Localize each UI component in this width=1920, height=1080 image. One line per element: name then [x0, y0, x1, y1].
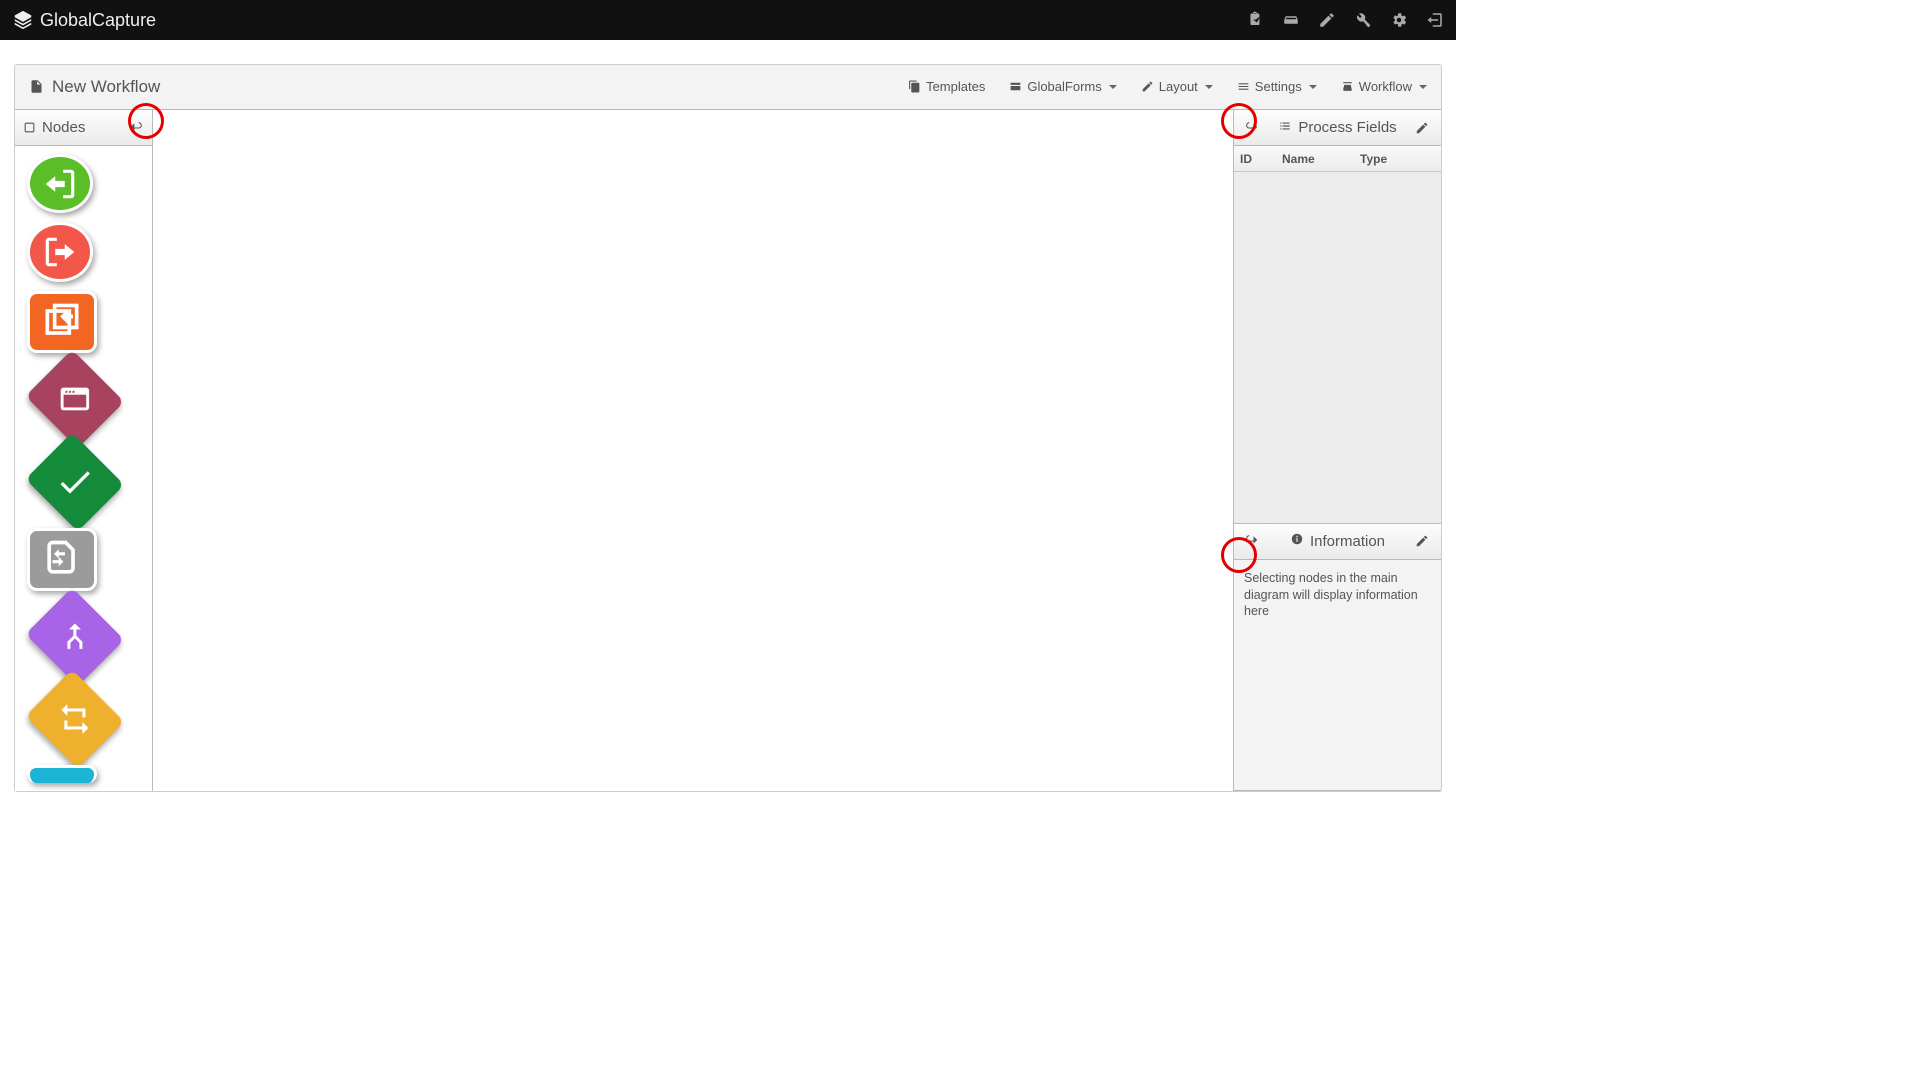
nodes-panel: Nodes: [15, 110, 153, 791]
menu-bar: Templates GlobalForms Layout Settings Wo…: [908, 79, 1427, 94]
wrench-icon[interactable]: [1354, 11, 1372, 29]
info-icon: [1290, 532, 1304, 550]
page-title: New Workflow: [52, 77, 160, 97]
fields-columns: ID Name Type: [1234, 146, 1441, 172]
col-name: Name: [1282, 152, 1360, 166]
nodes-panel-title: Nodes: [42, 119, 85, 136]
brand-logo-icon: [12, 9, 34, 31]
brand: GlobalCapture: [12, 9, 156, 31]
information-header: Information: [1234, 524, 1441, 560]
app-header: GlobalCapture: [0, 0, 1456, 40]
edit-fields-icon[interactable]: [1411, 121, 1433, 135]
information-body: Selecting nodes in the main diagram will…: [1234, 560, 1441, 790]
fields-body: [1234, 172, 1441, 523]
menu-workflow-label: Workflow: [1359, 79, 1412, 94]
node-import[interactable]: [27, 154, 93, 213]
col-id: ID: [1240, 152, 1282, 166]
information-panel: Information Selecting nodes in the main …: [1234, 524, 1441, 791]
main-frame: New Workflow Templates GlobalForms Layou…: [14, 64, 1442, 792]
process-fields-title: Process Fields: [1298, 119, 1396, 136]
node-loop[interactable]: [26, 670, 125, 769]
edit-info-icon[interactable]: [1411, 534, 1433, 548]
col-type: Type: [1360, 152, 1435, 166]
list-icon: [1278, 119, 1292, 137]
menu-settings[interactable]: Settings: [1237, 79, 1317, 94]
node-transform[interactable]: [27, 528, 97, 591]
node-process[interactable]: [27, 765, 97, 783]
node-app-window[interactable]: [26, 350, 125, 449]
menu-settings-label: Settings: [1255, 79, 1302, 94]
caret-icon: [1309, 85, 1317, 89]
node-split[interactable]: [26, 587, 125, 686]
collapse-left-icon[interactable]: [128, 120, 144, 136]
page-title-area: New Workflow: [29, 77, 160, 97]
workflow-canvas[interactable]: [153, 110, 1233, 791]
gear-icon[interactable]: [1390, 11, 1408, 29]
brand-name: GlobalCapture: [40, 10, 156, 31]
node-export[interactable]: [27, 222, 93, 281]
menu-layout-label: Layout: [1159, 79, 1198, 94]
nodes-list[interactable]: [15, 146, 152, 791]
collapse-right-icon[interactable]: [1242, 120, 1264, 136]
menu-templates-label: Templates: [926, 79, 985, 94]
logout-icon[interactable]: [1426, 11, 1444, 29]
menu-globalforms-label: GlobalForms: [1027, 79, 1101, 94]
menu-layout[interactable]: Layout: [1141, 79, 1213, 94]
information-title: Information: [1310, 533, 1385, 550]
node-validate[interactable]: [26, 432, 125, 531]
right-panels: Process Fields ID Name Type Information: [1233, 110, 1441, 791]
file-icon: [29, 78, 44, 95]
workspace: Nodes: [15, 109, 1441, 791]
menu-templates[interactable]: Templates: [908, 79, 985, 94]
process-fields-header: Process Fields: [1234, 110, 1441, 146]
scanner-icon[interactable]: [1282, 11, 1300, 29]
collapse-info-icon[interactable]: [1242, 533, 1264, 549]
caret-icon: [1205, 85, 1213, 89]
menu-workflow[interactable]: Workflow: [1341, 79, 1427, 94]
page-toolbar: New Workflow Templates GlobalForms Layou…: [15, 65, 1441, 109]
nodes-header-icon: [23, 121, 36, 134]
process-fields-panel: Process Fields ID Name Type: [1234, 110, 1441, 524]
clipboard-icon[interactable]: [1246, 11, 1264, 29]
header-toolbar: [1246, 11, 1444, 29]
pencil-icon[interactable]: [1318, 11, 1336, 29]
caret-icon: [1419, 85, 1427, 89]
menu-globalforms[interactable]: GlobalForms: [1009, 79, 1116, 94]
node-template[interactable]: [27, 291, 97, 354]
nodes-panel-header: Nodes: [15, 110, 152, 146]
caret-icon: [1109, 85, 1117, 89]
